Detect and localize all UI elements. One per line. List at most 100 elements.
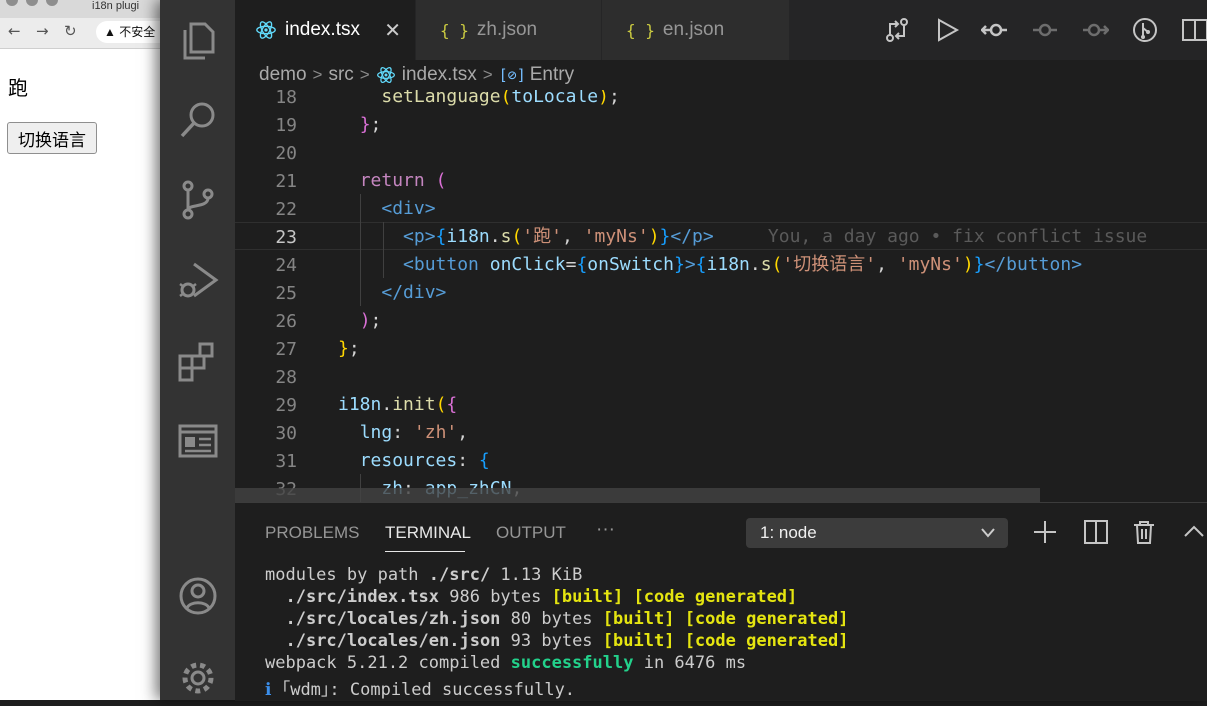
code-token: } [673,254,685,275]
code-token: . [749,254,761,275]
code-line[interactable]: <button onClick={onSwitch}>{i18n.s('切换语言… [338,251,1082,279]
code-token: onSwitch [587,254,674,275]
code-token: i18n [446,226,490,247]
split-editor-icon[interactable] [1181,16,1207,44]
terminal-text: 986 bytes [439,587,552,607]
horizontal-scrollbar[interactable] [235,488,1040,502]
source-control-icon[interactable] [174,176,222,224]
close-tab-icon[interactable]: ✕ [384,18,401,43]
code-line[interactable]: }; [338,335,360,363]
code-token: ) [648,226,660,247]
breadcrumb-item-symbol[interactable]: [⊘] Entry [499,64,574,86]
switch-language-button[interactable]: 切换语言 [7,122,97,154]
minimize-window-button[interactable] [26,0,38,6]
code-token: . [381,394,393,415]
code-line[interactable]: i18n.init({ [338,391,457,419]
maximize-window-button[interactable] [46,0,58,6]
forward-arrow-icon[interactable]: → [36,22,49,40]
tab-index-tsx[interactable]: index.tsx ✕ [235,0,415,60]
accounts-icon[interactable] [174,572,222,620]
tab-output[interactable]: OUTPUT [496,523,566,543]
code-token: { [435,226,447,247]
json-icon: { } [626,20,655,40]
code-token: { [695,254,707,275]
code-token: ; [370,114,382,135]
terminal-line: ./src/locales/en.json 93 bytes [built] [… [265,631,848,651]
address-bar[interactable]: ▲ 不安全 [96,21,170,43]
code-token: ; [608,90,620,107]
code-line[interactable]: lng: 'zh', [338,419,468,447]
breadcrumb-file-label: index.tsx [401,64,477,85]
code-line[interactable]: <div> [338,195,435,223]
code-token: ( [771,254,783,275]
run-debug-icon[interactable] [174,256,222,304]
code-token: ; [348,338,360,359]
code-editor[interactable]: 181920212223242526272829303132 setLangua… [235,90,1207,502]
git-graph-icon[interactable] [1131,16,1159,44]
code-token: { [576,254,588,275]
terminal-select-value: 1: node [760,523,817,542]
line-number: 23 [275,227,297,248]
terminal-text: [code generated] [684,631,849,651]
bottom-panel: PROBLEMS TERMINAL OUTPUT ··· 1: node mod… [235,502,1207,701]
more-actions-icon[interactable]: ··· [596,519,615,541]
breadcrumb-item-demo[interactable]: demo [259,64,307,86]
breadcrumb-separator: > [312,65,323,84]
reload-icon[interactable]: ↻ [64,22,77,40]
kill-terminal-trash-icon[interactable] [1131,519,1157,545]
git-commit-icon[interactable] [1031,16,1059,44]
code-line[interactable]: resources: { [338,447,490,475]
back-arrow-icon[interactable]: ← [8,22,21,40]
settings-gear-icon[interactable] [174,654,222,702]
code-token: 'myNs' [897,254,963,275]
code-line[interactable]: setLanguage(toLocale); [338,90,620,111]
split-terminal-icon[interactable] [1083,519,1109,545]
search-icon[interactable] [174,96,222,144]
terminal-select[interactable]: 1: node [746,518,1008,548]
active-tab-underline [385,551,465,552]
vscode-window: index.tsx ✕ { } zh.json { } en.json demo… [160,0,1207,702]
code-line[interactable]: <p>{i18n.s('跑', 'myNs')}</p> You, a day … [338,223,1147,251]
new-terminal-plus-icon[interactable] [1032,519,1058,545]
code-token: > [684,254,696,275]
browser-tab-title[interactable]: i18n plugi [92,0,139,12]
explorer-icon[interactable] [174,16,222,64]
terminal-text: ./src/locales/zh.json [285,609,501,629]
code-line[interactable]: }; [338,111,382,139]
tab-terminal[interactable]: TERMINAL [385,523,471,543]
breadcrumb-item-file[interactable]: index.tsx [376,64,477,86]
compare-changes-icon[interactable] [883,16,911,44]
warning-icon: ▲ [104,25,116,39]
code-token: . [489,226,501,247]
code-token: '跑' [522,226,562,247]
terminal-line: webpack 5.21.2 compiled successfully in … [265,653,746,673]
breadcrumb-item-src[interactable]: src [328,64,353,86]
git-commit-back-icon[interactable] [980,16,1009,44]
code-token: ) [359,310,371,331]
remote-explorer-icon[interactable] [174,416,222,464]
json-icon: { } [440,20,469,40]
line-number: 18 [275,90,297,108]
maximize-panel-chevron-up-icon[interactable] [1181,519,1207,545]
run-icon[interactable] [933,16,961,44]
terminal-text: 1.13 KiB [490,565,583,585]
tab-en-json[interactable]: { } en.json [602,0,789,60]
close-window-button[interactable] [6,0,18,6]
code-line[interactable]: </div> [338,279,446,307]
code-line[interactable]: return ( [338,167,447,195]
browser-tabstrip: i18n plugi [0,0,170,18]
extensions-icon[interactable] [174,336,222,384]
code-line[interactable]: ); [338,307,382,335]
terminal-text: 80 bytes [500,609,603,629]
tab-problems[interactable]: PROBLEMS [265,523,359,543]
tab-zh-json[interactable]: { } zh.json [416,0,601,60]
git-commit-forward-icon[interactable] [1081,16,1110,44]
